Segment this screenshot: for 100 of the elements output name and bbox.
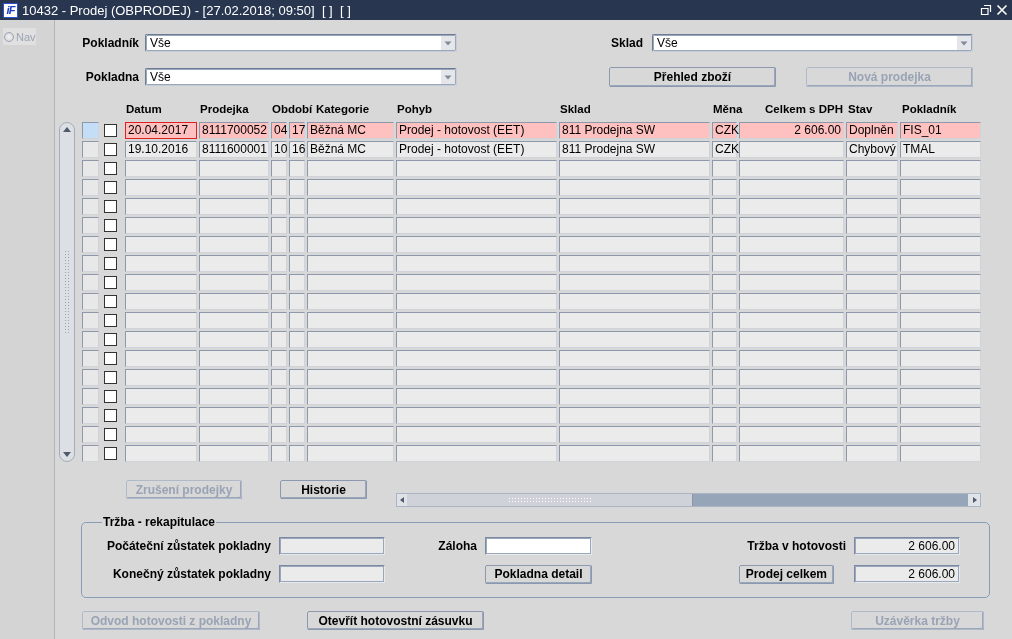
table-cell [846,369,898,386]
row-selector[interactable] [82,122,99,139]
row-checkbox[interactable] [104,181,117,194]
table-cell [846,350,898,367]
table-cell [289,369,305,386]
table-cell [289,160,305,177]
table-cell: 10 [271,141,287,158]
row-checkbox[interactable] [104,200,117,213]
table-cell [846,217,898,234]
table-cell [125,426,197,443]
table-cell [289,236,305,253]
row-selector[interactable] [82,331,99,348]
table-cell [125,388,197,405]
action-button[interactable]: Otevřít hotovostní zásuvku [307,611,484,630]
table-cell [271,350,287,367]
field-label: Počáteční zůstatek pokladny [105,539,271,553]
row-checkbox[interactable] [104,428,117,441]
action-button[interactable]: Pokladna detail [485,564,592,584]
table-cell: Běžná MC [307,141,394,158]
table-cell [125,445,197,462]
filter-dropdown[interactable]: Vše [652,34,973,52]
row-selector[interactable] [82,369,99,386]
table-cell [846,160,898,177]
amount-field[interactable] [279,565,385,583]
row-selector[interactable] [82,179,99,196]
table-cell [846,255,898,272]
table-cell [125,217,197,234]
action-button[interactable]: Prodej celkem [738,564,834,584]
table-cell: 16 [289,141,305,158]
table-cell: FIS_01 [900,122,981,139]
amount-field[interactable]: 2 606.00 [854,565,960,583]
row-selector[interactable] [82,198,99,215]
row-checkbox[interactable] [104,238,117,251]
table-cell [271,217,287,234]
table-cell [289,312,305,329]
row-checkbox[interactable] [104,276,117,289]
table-cell [712,350,737,367]
scroll-left-icon[interactable] [397,494,407,506]
table-cell [846,293,898,310]
table-cell [846,198,898,215]
row-checkbox[interactable] [104,371,117,384]
row-checkbox[interactable] [104,409,117,422]
table-cell: Běžná MC [307,122,394,139]
row-selector[interactable] [82,426,99,443]
table-cell [271,426,287,443]
row-selector[interactable] [82,236,99,253]
row-checkbox[interactable] [104,162,117,175]
column-header: Kategorie [315,103,370,115]
row-selector[interactable] [82,141,99,158]
field-label: Záloha [437,539,477,553]
table-cell [289,445,305,462]
table-cell: CZK [712,141,737,158]
filter-dropdown[interactable]: Vše [145,68,457,86]
table-cell [271,160,287,177]
row-selector[interactable] [82,274,99,291]
row-checkbox[interactable] [104,295,117,308]
amount-field[interactable] [485,537,592,555]
table-cell [712,388,737,405]
action-button[interactable]: Historie [280,480,367,499]
table-cell [712,369,737,386]
table-cell [846,445,898,462]
row-checkbox[interactable] [104,314,117,327]
row-selector[interactable] [82,407,99,424]
row-selector[interactable] [82,312,99,329]
row-selector[interactable] [82,160,99,177]
table-cell [846,426,898,443]
scroll-right-icon[interactable] [968,494,980,506]
row-checkbox[interactable] [104,390,117,403]
amount-field[interactable] [279,537,385,555]
group-title: Tržba - rekapitulace [102,515,217,529]
row-checkbox[interactable] [104,124,117,137]
row-selector[interactable] [82,293,99,310]
row-checkbox[interactable] [104,143,117,156]
row-selector[interactable] [82,217,99,234]
table-cell [125,179,197,196]
table-cell [271,388,287,405]
table-cell [271,407,287,424]
row-selector[interactable] [82,350,99,367]
row-selector[interactable] [82,255,99,272]
table-cell [125,407,197,424]
action-button[interactable]: Přehled zboží [609,67,776,87]
row-selector[interactable] [82,445,99,462]
row-checkbox[interactable] [104,257,117,270]
restore-icon[interactable] [980,4,992,16]
table-cell: Doplněn [846,122,898,139]
vertical-scrollbar[interactable] [59,122,75,462]
filter-label: Sklad [610,36,644,50]
table-cell [846,388,898,405]
table-cell [271,255,287,272]
row-checkbox[interactable] [104,352,117,365]
row-checkbox[interactable] [104,219,117,232]
filter-dropdown[interactable]: Vše [145,34,457,52]
filter-label: Pokladna [84,70,139,84]
table-cell [712,198,737,215]
row-checkbox[interactable] [104,447,117,460]
row-checkbox[interactable] [104,333,117,346]
horizontal-scrollbar[interactable] [396,493,981,507]
amount-field[interactable]: 2 606.00 [854,537,960,555]
row-selector[interactable] [82,388,99,405]
close-icon[interactable] [996,4,1008,16]
